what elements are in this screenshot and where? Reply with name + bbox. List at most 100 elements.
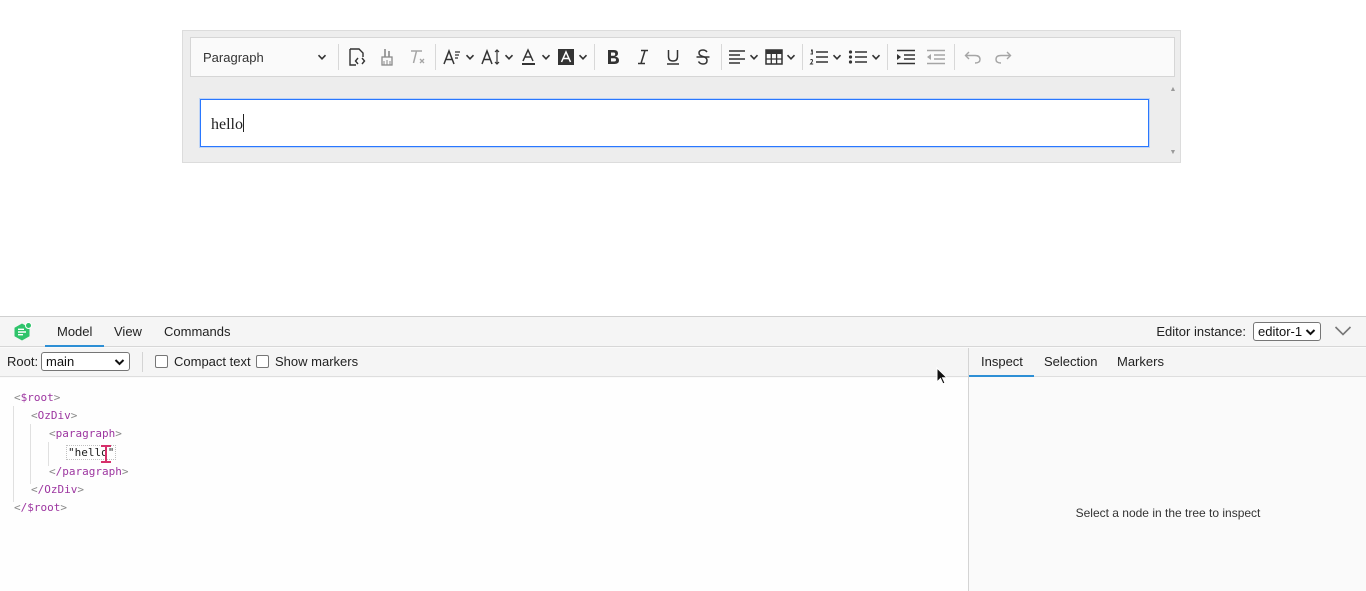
tab-view[interactable]: View: [114, 317, 142, 347]
heading-dropdown-label: Paragraph: [203, 49, 264, 65]
toolbar-separator: [802, 44, 803, 70]
text-caret: [243, 114, 244, 132]
tab-markers[interactable]: Markers: [1117, 348, 1164, 377]
bold-icon: [608, 50, 619, 64]
tree-tag-name: /$root: [20, 501, 61, 514]
collapse-inspector-icon[interactable]: [1334, 325, 1352, 337]
tree-node-ozdiv-close[interactable]: </OzDiv>: [31, 483, 84, 497]
bulleted-list-dropdown[interactable]: [845, 42, 884, 72]
font-color-dropdown[interactable]: [517, 42, 554, 72]
indent-button[interactable]: [891, 42, 921, 72]
model-tree: <$root> <OzDiv> <paragraph> "hello" </pa…: [0, 378, 968, 591]
text-cursor-icon: [101, 445, 111, 463]
show-markers-label: Show markers: [275, 354, 359, 369]
tree-node-root[interactable]: <$root>: [14, 391, 60, 405]
toolbar-separator: [954, 44, 955, 70]
toolbar-separator: [721, 44, 722, 70]
chevron-down-icon: [504, 52, 514, 62]
inspect-panel-tabs: Inspect Selection Markers: [969, 348, 1366, 377]
toolbar-separator: [142, 352, 143, 372]
chevron-down-icon: [871, 52, 881, 62]
redo-button[interactable]: [988, 42, 1018, 72]
line-height-dropdown[interactable]: [478, 42, 517, 72]
insert-table-dropdown[interactable]: [762, 42, 799, 72]
tree-tag-name: $root: [20, 391, 54, 404]
tree-node-paragraph-close[interactable]: </paragraph>: [49, 465, 128, 479]
outdent-icon: [927, 49, 945, 65]
editor-content-area[interactable]: hello: [200, 99, 1149, 147]
root-select[interactable]: main: [41, 352, 130, 371]
chevron-down-icon: [786, 52, 796, 62]
tree-node-ozdiv[interactable]: <OzDiv>: [31, 409, 77, 423]
underline-button[interactable]: [658, 42, 688, 72]
chevron-down-icon: [749, 52, 759, 62]
scroll-up-arrow-icon[interactable]: ▲: [1169, 86, 1177, 94]
font-size-dropdown[interactable]: [439, 42, 478, 72]
tree-node-root-close[interactable]: </$root>: [14, 501, 67, 515]
editor-instance-select[interactable]: editor-1: [1253, 322, 1321, 341]
underline-icon: [667, 50, 679, 65]
source-code-icon: [349, 48, 366, 66]
font-background-color-dropdown[interactable]: [554, 42, 591, 72]
redo-icon: [995, 51, 1012, 64]
numbered-list-dropdown[interactable]: [806, 42, 845, 72]
italic-button[interactable]: [628, 42, 658, 72]
toolbar-separator: [594, 44, 595, 70]
heading-dropdown[interactable]: Paragraph: [195, 42, 335, 72]
chevron-down-icon: [114, 355, 125, 372]
tab-commands[interactable]: Commands: [164, 317, 230, 347]
editor-instance-value: editor-1: [1258, 324, 1303, 339]
font-size-icon: [443, 48, 460, 65]
toolbar-separator: [887, 44, 888, 70]
root-label: Root:: [7, 354, 39, 369]
tree-tag-name: /OzDiv: [37, 483, 78, 496]
chevron-down-icon: [1305, 325, 1316, 342]
undo-icon: [964, 51, 981, 64]
editor-instance-label: Editor instance:: [1156, 324, 1246, 339]
strikethrough-icon: [696, 49, 710, 65]
compact-text-label: Compact text: [174, 354, 251, 369]
tree-guide-line: [30, 424, 31, 484]
model-toolbar: Root: main Compact text Show markers: [0, 348, 968, 377]
tree-tag-name: paragraph: [55, 427, 116, 440]
bulleted-list-icon: [848, 50, 867, 64]
strikethrough-button[interactable]: [688, 42, 718, 72]
table-icon: [765, 49, 783, 65]
font-background-icon: [558, 49, 574, 65]
tab-inspect[interactable]: Inspect: [969, 348, 1034, 377]
tab-selection[interactable]: Selection: [1044, 348, 1097, 377]
chevron-down-icon: [317, 50, 327, 65]
editor-paragraph-text: hello: [211, 116, 243, 133]
tab-model[interactable]: Model: [44, 317, 105, 347]
ckeditor-logo-icon: [14, 322, 32, 341]
toolbar-separator: [338, 44, 339, 70]
indent-icon: [897, 49, 915, 65]
tree-node-paragraph[interactable]: <paragraph>: [49, 427, 122, 441]
ckeditor-inspector: Model View Commands Editor instance: edi…: [0, 316, 1366, 591]
toolbar-separator: [435, 44, 436, 70]
scroll-down-arrow-icon[interactable]: ▼: [1169, 149, 1177, 157]
line-height-icon: [481, 48, 500, 65]
tree-guide-line: [13, 406, 14, 502]
outdent-button[interactable]: [921, 42, 951, 72]
chevron-down-icon: [541, 52, 551, 62]
chevron-down-icon: [578, 52, 588, 62]
editor-container: Paragraph ▲ hello ▼: [182, 30, 1181, 163]
show-markers-checkbox[interactable]: [256, 355, 269, 368]
inspect-panel: Inspect Selection Markers Select a node …: [968, 348, 1366, 591]
font-color-icon: [522, 48, 535, 65]
chevron-down-icon: [465, 52, 475, 62]
root-select-value: main: [46, 354, 75, 369]
numbered-list-icon: [809, 49, 828, 65]
inspector-top-bar: Model View Commands Editor instance: edi…: [0, 317, 1366, 347]
remove-format-icon: [411, 50, 425, 64]
format-painter-button[interactable]: [372, 42, 402, 72]
compact-text-checkbox[interactable]: [155, 355, 168, 368]
source-editing-button[interactable]: [342, 42, 372, 72]
alignment-dropdown[interactable]: [725, 42, 762, 72]
tree-tag-name: /paragraph: [55, 465, 122, 478]
bold-button[interactable]: [598, 42, 628, 72]
undo-button[interactable]: [958, 42, 988, 72]
remove-format-button[interactable]: [402, 42, 432, 72]
align-left-icon: [729, 50, 745, 64]
